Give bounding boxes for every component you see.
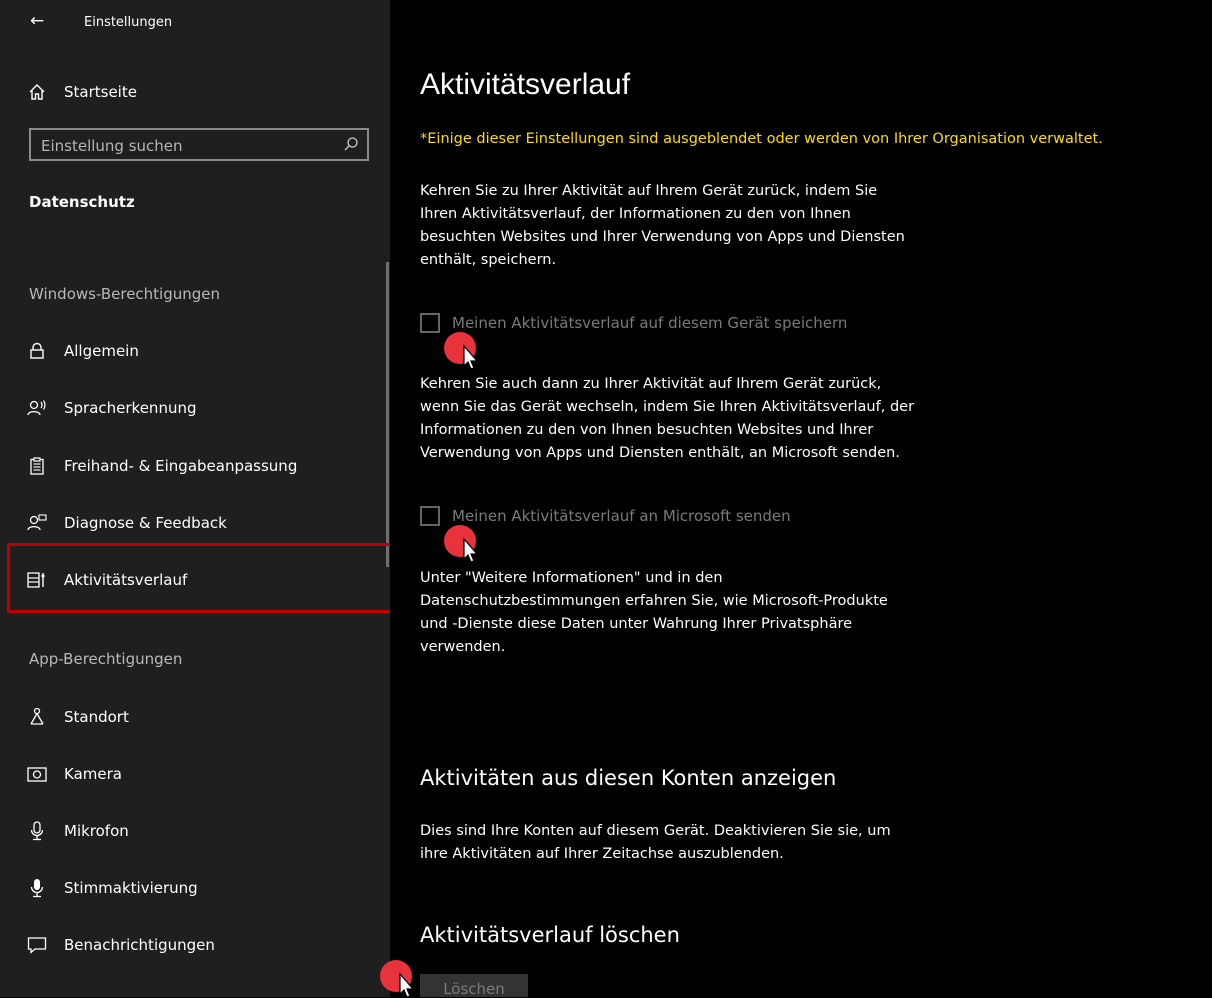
accounts-heading: Aktivitäten aus diesen Konten anzeigen [420, 766, 837, 790]
back-arrow-icon[interactable]: ← [30, 11, 44, 31]
microphone-icon [26, 820, 48, 842]
text-line: Datenschutzbestimmungen erfahren Sie, wi… [420, 593, 888, 609]
title-bar: ← Einstellungen [0, 0, 390, 46]
store-activity-option[interactable]: Meinen Aktivitätsverlauf auf diesem Gerä… [420, 313, 847, 333]
sidebar-item-allgemein[interactable]: Allgemein [0, 323, 390, 379]
sidebar-item-home[interactable]: Startseite [0, 64, 390, 120]
text-line: Kehren Sie zu Ihrer Aktivität auf Ihrem … [420, 183, 878, 199]
sidebar-item-label: Freihand- & Eingabeanpassung [64, 457, 298, 475]
sidebar-item-label: Standort [64, 708, 129, 726]
sidebar-item-label: Stimmaktivierung [64, 879, 198, 897]
text-line: und -Dienste diese Daten unter Wahrung I… [420, 616, 853, 632]
section-header-app-permissions: App-Berechtigungen [29, 650, 183, 668]
voice-activation-icon [26, 877, 48, 899]
send-activity-checkbox[interactable] [420, 506, 440, 526]
section-header-windows-permissions: Windows-Berechtigungen [29, 285, 221, 303]
text-line: verwenden. [420, 639, 506, 655]
text-line: wenn Sie das Gerät wechseln, indem Sie I… [420, 399, 915, 415]
text-line: Dies sind Ihre Konten auf diesem Gerät. … [420, 823, 891, 839]
text-line: Kehren Sie auch dann zu Ihrer Aktivität … [420, 376, 882, 392]
sidebar-item-spracherkennung[interactable]: Spracherkennung [0, 380, 390, 436]
privacy-text: Unter "Weitere Informationen" und in den… [420, 567, 960, 659]
sidebar: ← Einstellungen Startseite Datenschutz W… [0, 0, 390, 997]
sidebar-item-label: Startseite [64, 83, 137, 101]
send-activity-label: Meinen Aktivitätsverlauf an Microsoft se… [452, 507, 791, 525]
main-content: Aktivitätsverlauf *Einige dieser Einstel… [390, 0, 1212, 997]
location-icon [26, 706, 48, 728]
send-text: Kehren Sie auch dann zu Ihrer Aktivität … [420, 373, 960, 465]
sidebar-item-label: Mikrofon [64, 822, 129, 840]
page-title: Aktivitätsverlauf [420, 68, 631, 101]
search-box[interactable] [29, 128, 369, 161]
search-icon[interactable] [343, 136, 359, 152]
text-line: Unter "Weitere Informationen" und in den [420, 570, 723, 586]
sidebar-item-label: Benachrichtigungen [64, 936, 215, 954]
text-line: besuchten Websites und Ihrer Verwendung … [420, 229, 905, 245]
clear-history-button[interactable]: Löschen [420, 974, 528, 997]
sidebar-item-label: Kamera [64, 765, 122, 783]
text-line: Informationen zu den von Ihnen besuchten… [420, 422, 874, 438]
home-icon [26, 81, 48, 103]
sidebar-item-benachrichtigungen[interactable]: Benachrichtigungen [0, 917, 390, 973]
search-input[interactable] [31, 130, 343, 161]
lock-icon [26, 340, 48, 362]
text-line: ihre Aktivitäten auf Ihrer Zeitachse aus… [420, 846, 784, 862]
sidebar-item-label: Diagnose & Feedback [64, 514, 227, 532]
app-title: Einstellungen [84, 15, 173, 30]
cursor-marker-icon [380, 960, 415, 998]
accounts-text: Dies sind Ihre Konten auf diesem Gerät. … [420, 820, 960, 866]
clear-history-heading: Aktivitätsverlauf löschen [420, 923, 680, 947]
intro-text: Kehren Sie zu Ihrer Aktivität auf Ihrem … [420, 180, 960, 272]
store-activity-label: Meinen Aktivitätsverlauf auf diesem Gerä… [452, 314, 848, 332]
text-line: Verwendung von Apps und Diensten enthält… [420, 445, 900, 461]
clipboard-icon [26, 455, 48, 477]
sidebar-item-kamera[interactable]: Kamera [0, 746, 390, 802]
sidebar-item-stimmaktivierung[interactable]: Stimmaktivierung [0, 860, 390, 916]
sidebar-item-mikrofon[interactable]: Mikrofon [0, 803, 390, 859]
speech-icon [26, 397, 48, 419]
selection-highlight [7, 543, 390, 613]
feedback-icon [26, 512, 48, 534]
org-notice: *Einige dieser Einstellungen sind ausgeb… [420, 131, 1103, 147]
camera-icon [26, 763, 48, 785]
cursor-marker-icon [444, 332, 479, 370]
cursor-marker-icon [444, 525, 479, 563]
text-line: Ihren Aktivitätsverlauf, der Information… [420, 206, 851, 222]
sidebar-item-freihand[interactable]: Freihand- & Eingabeanpassung [0, 438, 390, 494]
sidebar-item-label: Spracherkennung [64, 399, 197, 417]
notification-icon [26, 934, 48, 956]
text-line: enthält, speichern. [420, 252, 557, 268]
store-activity-checkbox[interactable] [420, 313, 440, 333]
sidebar-item-standort[interactable]: Standort [0, 689, 390, 745]
group-title: Datenschutz [29, 193, 135, 211]
sidebar-item-label: Allgemein [64, 342, 139, 360]
